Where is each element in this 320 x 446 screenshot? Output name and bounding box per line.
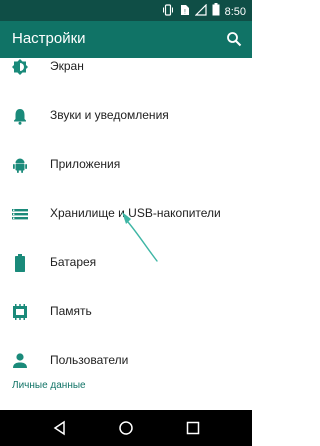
battery-icon <box>212 3 220 21</box>
signal-icon <box>194 3 207 21</box>
settings-item-battery[interactable]: Батарея <box>0 239 252 287</box>
settings-item-memory[interactable]: Память <box>0 288 252 336</box>
settings-item-label: Экран <box>50 59 84 73</box>
brightness-icon <box>12 58 28 76</box>
search-icon[interactable] <box>226 31 242 52</box>
person-icon <box>12 352 28 370</box>
storage-icon <box>12 205 28 223</box>
no-sim-icon: ! <box>179 3 190 21</box>
home-icon[interactable] <box>118 420 134 436</box>
settings-item-label: Звуки и уведомления <box>50 108 169 122</box>
status-bar: ! 8:50 <box>0 0 252 21</box>
vibrate-icon <box>162 3 174 21</box>
settings-item-label: Приложения <box>50 157 121 171</box>
page-title: Настройки <box>12 30 86 47</box>
navigation-bar <box>0 410 252 446</box>
android-icon <box>12 156 28 174</box>
status-icons: ! 8:50 <box>162 3 246 21</box>
settings-item-users[interactable]: Пользователи <box>0 337 252 385</box>
recents-icon[interactable] <box>185 420 201 436</box>
battery-icon <box>12 254 28 272</box>
memory-icon <box>12 303 28 321</box>
settings-item-apps[interactable]: Приложения <box>0 141 252 189</box>
settings-item-label: Пользователи <box>50 353 129 367</box>
back-icon[interactable] <box>52 420 68 436</box>
settings-item-label: Хранилище и USB-накопители <box>50 206 221 220</box>
status-time: 8:50 <box>224 6 246 18</box>
bell-icon <box>12 107 28 125</box>
settings-item-sounds[interactable]: Звуки и уведомления <box>0 92 252 140</box>
settings-item-label: Память <box>50 304 92 318</box>
settings-item-display[interactable]: Экран <box>0 58 252 91</box>
app-bar: Настройки <box>0 21 252 58</box>
settings-item-storage[interactable]: Хранилище и USB-накопители <box>0 190 252 238</box>
settings-item-label: Батарея <box>50 255 97 269</box>
section-header-personal: Личные данные <box>12 380 86 390</box>
settings-list: Экран Звуки и уведомления Приложения Хра… <box>0 58 252 390</box>
